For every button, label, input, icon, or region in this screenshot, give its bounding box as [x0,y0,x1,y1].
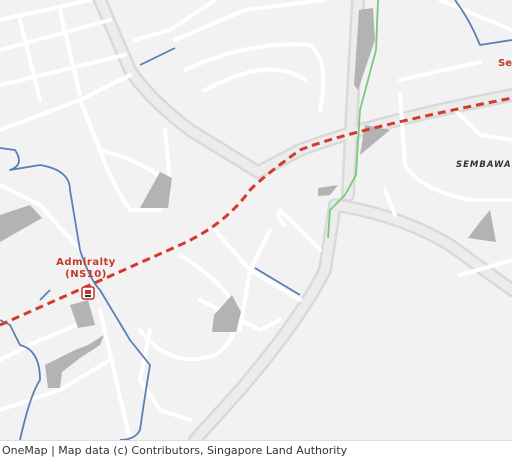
boundary-line [39,289,51,301]
minor-road [163,128,172,182]
mrt-line [0,96,512,327]
building [140,172,172,208]
minor-road [133,0,217,42]
boundary-line [0,147,151,440]
building [70,300,95,328]
mrt-station-icon[interactable] [81,286,95,300]
building [0,205,42,242]
building [212,295,241,332]
minor-road [58,8,82,97]
minor-road [18,18,42,102]
station-label[interactable]: Admiralty (NS10) [48,257,124,281]
map-view[interactable]: Admiralty (NS10) SEMBAWAN Se [0,0,512,440]
boundary-line [0,319,41,440]
minor-road [0,73,132,132]
minor-road [398,60,482,82]
minor-road [0,18,112,52]
minor-road [98,308,132,440]
minor-road [438,0,512,32]
minor-road [453,108,512,142]
minor-road [173,0,327,42]
map-canvas [0,0,512,440]
minor-road [0,53,127,87]
map-attribution: OneMap | Map data (c) Contributors, Sing… [0,440,512,460]
station-label-partial[interactable]: Se [498,58,512,69]
station-code: (NS10) [65,269,107,280]
building [318,185,338,196]
boundary-line [254,267,301,296]
area-label: SEMBAWAN [456,160,512,170]
boundary-line [139,47,176,66]
minor-road [203,67,307,92]
boundary-line [454,0,512,46]
minor-road [278,208,322,252]
building [468,210,496,242]
minor-road [213,228,302,302]
station-name: Admiralty [56,257,116,268]
minor-road [0,0,92,22]
